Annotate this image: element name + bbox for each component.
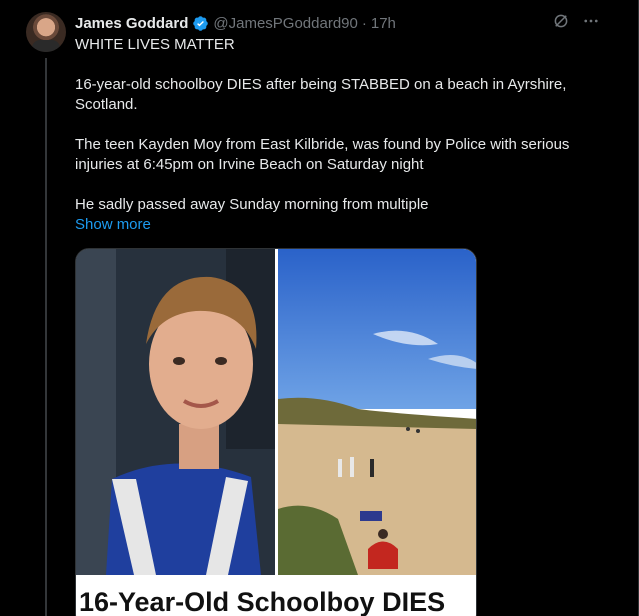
handle[interactable]: @JamesPGoddard90 xyxy=(213,15,357,32)
grok-icon[interactable] xyxy=(552,12,570,30)
thread-line xyxy=(45,58,47,616)
display-name[interactable]: James Goddard xyxy=(75,15,188,32)
separator-dot: · xyxy=(361,14,367,32)
beach-illustration xyxy=(278,249,476,575)
more-icon[interactable] xyxy=(582,12,600,30)
beach-photo xyxy=(278,249,476,575)
avatar-shirt xyxy=(32,40,60,52)
tweet-media[interactable]: 16-Year-Old Schoolboy DIES xyxy=(75,248,477,616)
tweet-header: James Goddard @JamesPGoddard90 · 17h xyxy=(75,12,396,34)
tweet-paragraph: He sadly passed away Sunday morning from… xyxy=(75,196,429,213)
portrait-photo xyxy=(76,249,275,575)
media-caption: 16-Year-Old Schoolboy DIES xyxy=(76,575,476,616)
timestamp[interactable]: 17h xyxy=(371,15,396,32)
tweet[interactable]: James Goddard @JamesPGoddard90 · 17h WHI… xyxy=(0,0,639,616)
verified-badge-icon xyxy=(193,15,209,31)
avatar[interactable] xyxy=(26,12,66,52)
tweet-actions-top xyxy=(552,12,600,30)
portrait-illustration xyxy=(76,249,275,575)
show-more-link[interactable]: Show more xyxy=(75,216,151,233)
tweet-text: WHITE LIVES MATTER 16-year-old schoolboy… xyxy=(75,35,610,215)
tweet-paragraph: WHITE LIVES MATTER xyxy=(75,36,235,53)
tweet-paragraph: The teen Kayden Moy from East Kilbride, … xyxy=(75,136,570,173)
tweet-paragraph: 16-year-old schoolboy DIES after being S… xyxy=(75,76,567,113)
